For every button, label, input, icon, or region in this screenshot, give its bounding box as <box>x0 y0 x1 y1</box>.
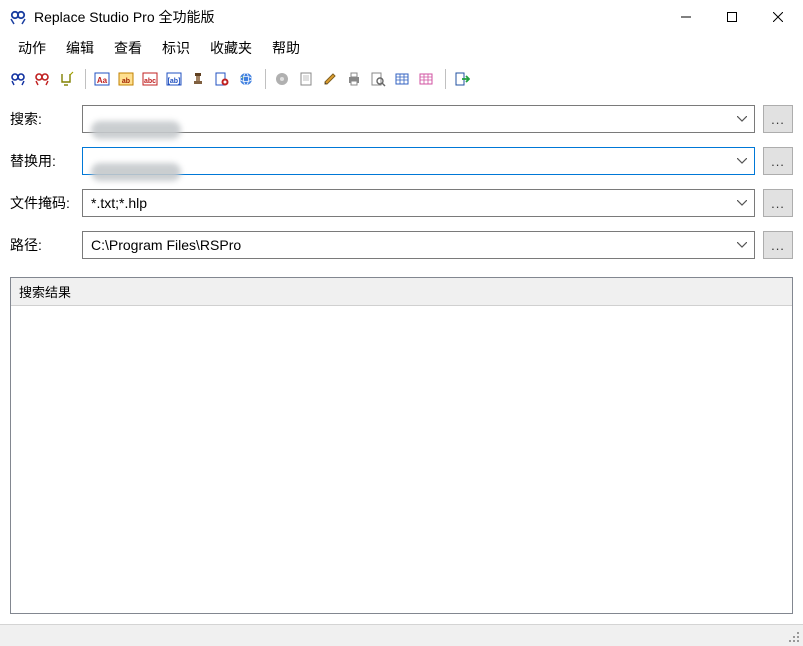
app-icon <box>10 9 26 25</box>
path-browse-button[interactable]: ... <box>763 231 793 259</box>
toolbar-separator <box>260 69 266 89</box>
svg-text:ab: ab <box>122 78 130 85</box>
path-row: 路径: ... <box>10 231 793 259</box>
path-combo[interactable] <box>82 231 755 259</box>
chevron-down-icon[interactable] <box>730 148 754 174</box>
menu-action[interactable]: 动作 <box>8 36 56 60</box>
menu-view[interactable]: 查看 <box>104 36 152 60</box>
replace-row: 替换用: ... <box>10 147 793 175</box>
menu-favorites[interactable]: 收藏夹 <box>200 36 262 60</box>
options-icon[interactable] <box>211 68 233 90</box>
maximize-button[interactable] <box>709 2 755 32</box>
chevron-down-icon[interactable] <box>730 106 754 132</box>
stamp-icon[interactable] <box>187 68 209 90</box>
search-icon[interactable] <box>7 68 29 90</box>
results-panel: 搜索结果 <box>10 277 793 614</box>
disc-icon[interactable] <box>271 68 293 90</box>
chevron-down-icon[interactable] <box>730 190 754 216</box>
whole-word-icon[interactable]: ab <box>115 68 137 90</box>
replace-icon[interactable] <box>31 68 53 90</box>
path-label: 路径: <box>10 235 82 255</box>
results-header: 搜索结果 <box>11 278 792 306</box>
toolbar-separator <box>80 69 86 89</box>
statusbar <box>0 624 803 646</box>
globe-icon[interactable] <box>235 68 257 90</box>
exit-icon[interactable] <box>451 68 473 90</box>
case-icon[interactable]: Aa <box>91 68 113 90</box>
replace-combo[interactable] <box>82 147 755 175</box>
menu-mark[interactable]: 标识 <box>152 36 200 60</box>
chevron-down-icon[interactable] <box>730 232 754 258</box>
grid-pink-icon[interactable] <box>415 68 437 90</box>
toolbar-separator <box>440 69 446 89</box>
mask-browse-button[interactable]: ... <box>763 189 793 217</box>
toolbar: Aa ab abc [ab] <box>0 66 803 95</box>
multiline-icon[interactable]: [ab] <box>163 68 185 90</box>
minimize-button[interactable] <box>663 2 709 32</box>
resize-grip[interactable] <box>787 630 801 644</box>
window-title: Replace Studio Pro 全功能版 <box>34 7 663 27</box>
search-combo[interactable] <box>82 105 755 133</box>
mask-combo[interactable] <box>82 189 755 217</box>
menu-edit[interactable]: 编辑 <box>56 36 104 60</box>
grid-blue-icon[interactable] <box>391 68 413 90</box>
mask-label: 文件掩码: <box>10 193 82 213</box>
svg-text:[ab]: [ab] <box>168 78 181 85</box>
replace-browse-button[interactable]: ... <box>763 147 793 175</box>
close-button[interactable] <box>755 2 801 32</box>
path-input[interactable] <box>83 237 730 253</box>
edit-icon[interactable] <box>319 68 341 90</box>
window-controls <box>663 2 801 32</box>
search-browse-button[interactable]: ... <box>763 105 793 133</box>
touch-icon[interactable] <box>55 68 77 90</box>
form-area: 搜索: ... 替换用: ... 文件掩码: ... 路径: ... <box>0 95 803 277</box>
page-icon[interactable] <box>295 68 317 90</box>
search-row: 搜索: ... <box>10 105 793 133</box>
menubar: 动作 编辑 查看 标识 收藏夹 帮助 <box>0 34 803 66</box>
svg-text:abc: abc <box>144 78 156 85</box>
mask-row: 文件掩码: ... <box>10 189 793 217</box>
titlebar: Replace Studio Pro 全功能版 <box>0 0 803 34</box>
svg-text:Aa: Aa <box>97 76 108 85</box>
menu-help[interactable]: 帮助 <box>262 36 310 60</box>
regex-icon[interactable]: abc <box>139 68 161 90</box>
replace-label: 替换用: <box>10 151 82 171</box>
results-body[interactable] <box>11 306 792 613</box>
print-icon[interactable] <box>343 68 365 90</box>
mask-input[interactable] <box>83 195 730 211</box>
search-label: 搜索: <box>10 109 82 129</box>
preview-icon[interactable] <box>367 68 389 90</box>
